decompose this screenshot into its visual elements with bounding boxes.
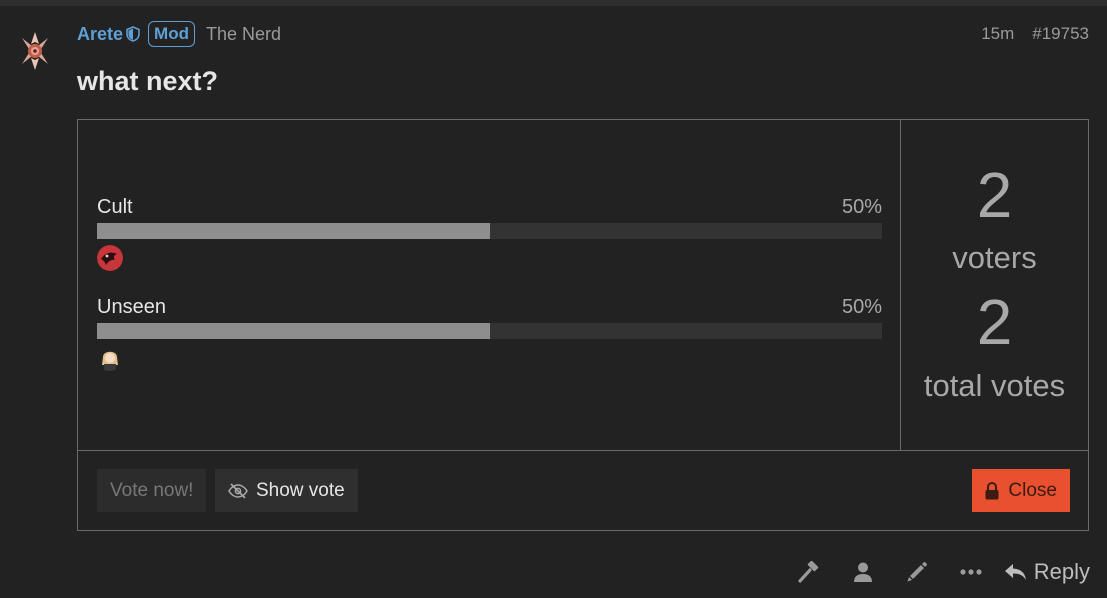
reply-button[interactable]: Reply bbox=[1004, 559, 1090, 585]
pencil-icon[interactable] bbox=[890, 553, 944, 591]
voter-avatar[interactable] bbox=[97, 245, 123, 271]
reply-label: Reply bbox=[1033, 559, 1090, 584]
poll-option-bar-fill bbox=[97, 223, 490, 239]
post-actions: Reply bbox=[782, 553, 1090, 591]
author-avatar[interactable] bbox=[20, 30, 50, 72]
voters-count: 2 bbox=[976, 159, 1013, 231]
poll-option-label: Unseen bbox=[97, 296, 166, 318]
post-header: Arete Mod The Nerd 15m #19753 bbox=[77, 20, 1089, 48]
show-vote-button[interactable]: Show vote bbox=[215, 469, 358, 512]
poll-option-unseen[interactable]: Unseen 50% bbox=[97, 296, 882, 371]
total-votes-count: 2 bbox=[976, 286, 1013, 358]
poll-option-bar-fill bbox=[97, 323, 490, 339]
poll-option-percent: 50% bbox=[841, 296, 882, 318]
poll-option-percent: 50% bbox=[841, 196, 882, 218]
poll-option-bar bbox=[97, 323, 882, 339]
voters-label: voters bbox=[952, 240, 1037, 275]
shield-icon bbox=[126, 26, 142, 42]
poll-info: 2 voters 2 total votes bbox=[901, 120, 1088, 450]
user-icon[interactable] bbox=[836, 553, 890, 591]
user-title: The Nerd bbox=[205, 23, 282, 44]
reply-icon bbox=[1004, 562, 1028, 582]
total-votes-label: total votes bbox=[923, 368, 1066, 403]
voter-avatar[interactable] bbox=[97, 345, 123, 371]
close-label: Close bbox=[1008, 479, 1057, 501]
top-edge bbox=[0, 0, 1107, 6]
poll-footer: Vote now! Show vote Close bbox=[78, 450, 1088, 530]
post-age[interactable]: 15m bbox=[981, 24, 1014, 44]
username-link[interactable]: Arete bbox=[77, 24, 123, 45]
more-icon[interactable] bbox=[944, 553, 998, 591]
author-avatar-image bbox=[22, 32, 48, 70]
poll: Cult 50% Unseen 50% 2 voters 2 total vot… bbox=[77, 119, 1089, 531]
close-poll-button[interactable]: Close bbox=[972, 469, 1070, 512]
mod-badge[interactable]: Mod bbox=[148, 21, 195, 47]
vote-now-button[interactable]: Vote now! bbox=[97, 469, 207, 512]
lock-icon bbox=[984, 481, 1008, 500]
vote-now-label: Vote now! bbox=[110, 479, 194, 501]
poll-option-header: Unseen 50% bbox=[97, 296, 882, 319]
post-meta: 15m #19753 bbox=[981, 24, 1089, 44]
poll-options: Cult 50% Unseen 50% bbox=[78, 120, 901, 450]
poll-option-bar bbox=[97, 223, 882, 239]
hammer-icon[interactable] bbox=[782, 553, 836, 591]
eye-slash-icon bbox=[228, 482, 256, 499]
poll-option-label: Cult bbox=[97, 196, 133, 218]
poll-option-cult[interactable]: Cult 50% bbox=[97, 196, 882, 271]
poll-option-header: Cult 50% bbox=[97, 196, 882, 219]
show-vote-label: Show vote bbox=[256, 479, 345, 501]
post-title: what next? bbox=[77, 66, 219, 96]
post-number[interactable]: #19753 bbox=[1032, 24, 1089, 44]
